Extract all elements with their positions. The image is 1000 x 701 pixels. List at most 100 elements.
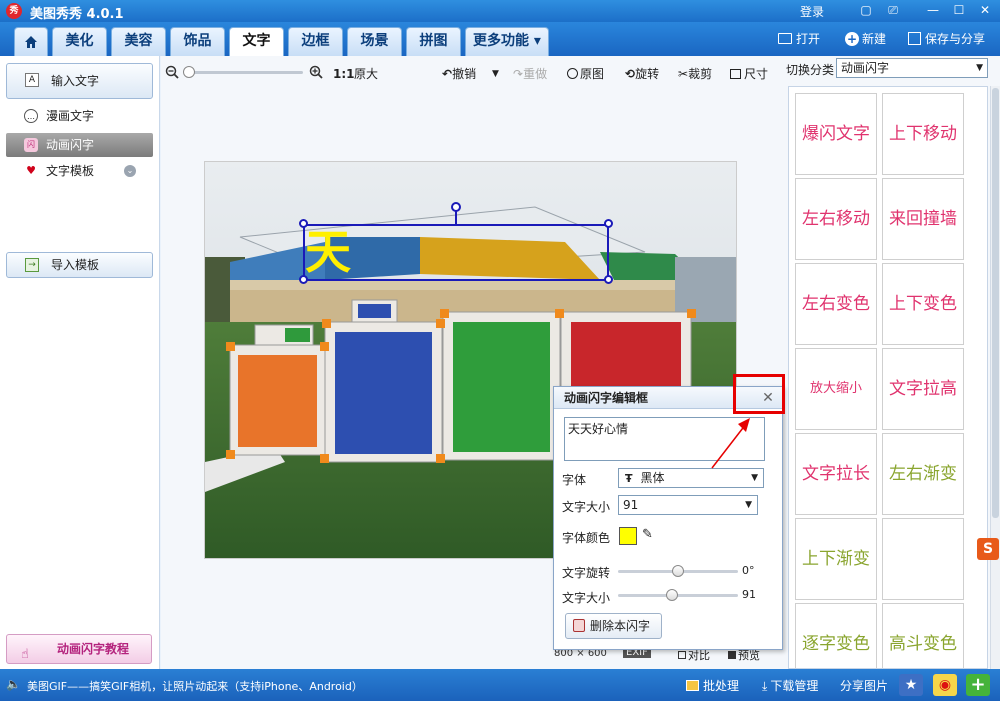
save-share-button[interactable]: 保存与分享 [908,30,985,48]
undo-dropdown-icon[interactable]: ▼ [492,65,499,83]
resize-handle-bottom-left[interactable] [299,275,308,284]
effect-tile[interactable]: 爆闪文字 [795,93,877,175]
folder-icon [778,33,792,44]
font-label: 字体 [562,473,587,487]
left-panel: A 输入文字 … 漫画文字 闪 动画闪字 ♥ 文字模板 ⌄ → 导入模板 [0,56,160,669]
actual-size-ratio[interactable]: 1:1 [333,65,355,83]
redo-button[interactable]: ↷重做 [513,65,547,83]
speech-bubble-icon: … [24,109,38,123]
effect-tile[interactable]: 文字拉高 [882,348,964,430]
font-color-swatch[interactable] [619,527,637,545]
resize-handle-top-left[interactable] [299,219,308,228]
tab-collage[interactable]: 拼图 [406,27,461,56]
circle-icon [567,68,578,79]
add-plus-icon[interactable]: + [966,674,990,696]
text-size-slider-label: 文字大小 [562,591,611,605]
flash-text-tutorial-button[interactable]: ☝ 动画闪字教程 [6,634,152,664]
rotate-button[interactable]: ⟲旋转 [625,65,659,83]
effect-tile[interactable]: 高斗变色 [882,603,964,668]
original-image-button[interactable]: 原图 [567,65,604,83]
zoom-out-icon[interactable] [165,65,179,79]
tile-scrollbar[interactable] [990,86,1000,669]
input-text-button[interactable]: A 输入文字 [6,63,153,99]
crop-button[interactable]: ✂裁剪 [678,65,712,83]
zoom-slider-track[interactable] [183,71,303,74]
sogou-s-icon[interactable]: S [977,538,999,560]
login-link[interactable]: 登录 [800,3,824,20]
original-size-button[interactable]: 原大 [354,65,378,83]
dropdown-arrow-icon: ▼ [976,63,983,73]
tab-beautify[interactable]: 美化 [52,27,107,56]
redo-icon: ↷ [513,67,524,81]
left-item-flash-text[interactable]: 闪 动画闪字 [6,133,153,157]
text-size-slider-thumb[interactable] [666,589,678,601]
skin-icon[interactable]: ⎚ [884,2,902,18]
minimize-button[interactable]: — [924,2,942,18]
right-panel: 切换分类 动画闪字 ▼ 爆闪文字 上下移动 左右移动 来回撞墙 左右变色 上下变色 放大缩小文… [780,56,1000,669]
compare-checkbox[interactable] [678,651,686,659]
zoom-in-icon[interactable] [309,65,323,79]
resize-button[interactable]: 尺寸 [730,65,768,83]
close-window-button[interactable]: ✕ [976,2,994,18]
batch-icon [686,680,699,691]
expand-chevron-icon[interactable]: ⌄ [124,165,136,177]
download-manager-button[interactable]: ⤓ 下载管理 [762,677,818,694]
tab-text[interactable]: 文字 [229,27,284,56]
app-logo: 秀 [6,3,22,19]
text-rotate-slider-thumb[interactable] [672,565,684,577]
effect-tile[interactable]: 左右渐变 [882,433,964,515]
rotate-handle-stem [455,210,457,225]
import-template-button[interactable]: → 导入模板 [6,252,153,278]
status-message[interactable]: 美图GIF——搞笑GIF相机，让照片动起来（支持iPhone、Android） [27,678,363,694]
batch-button[interactable]: 批处理 [686,677,739,694]
effect-tile[interactable]: 文字拉长 [795,433,877,515]
overlay-flash-text[interactable]: 天 [305,216,351,282]
import-icon: → [25,258,39,272]
resize-handle-top-right[interactable] [604,219,613,228]
effect-tile[interactable]: 逐字变色 [795,603,877,668]
resize-icon [730,69,741,79]
maximize-button[interactable]: ☐ [950,2,968,18]
left-item-comic-text[interactable]: … 漫画文字 [6,104,153,128]
open-button[interactable]: 打开 [778,30,820,48]
effect-tile[interactable]: 上下移动 [882,93,964,175]
font-icon: Ŧ [625,472,633,485]
effect-tile[interactable]: 上下变色 [882,263,964,345]
star-favorite-icon[interactable]: ★ [899,674,923,696]
tab-more[interactable]: 更多功能 ▾ [465,27,549,56]
resize-handle-bottom-right[interactable] [604,275,613,284]
preview-checkbox[interactable] [728,651,736,659]
text-size-value: 91 [742,588,756,601]
speaker-icon[interactable]: 🔈 [6,677,21,691]
weibo-icon[interactable]: ◉ [933,674,957,696]
share-image-button[interactable]: 分享图片 [840,677,888,694]
undo-button[interactable]: ↶撤销 [442,65,476,83]
text-size-select[interactable]: 91 ▼ [618,495,758,515]
new-button[interactable]: + 新建 [845,30,886,48]
effect-tile[interactable]: 上下渐变 [795,518,877,600]
effect-tile-grid: 爆闪文字 上下移动 左右移动 来回撞墙 左右变色 上下变色 放大缩小 文字拉高 文字拉长 左右渐变… [788,86,988,669]
effect-tile[interactable]: 放大缩小 [795,348,877,430]
eyedropper-icon[interactable]: ✎ [642,527,653,542]
tab-accessories[interactable]: 饰品 [170,27,225,56]
delete-flash-text-button[interactable]: 删除本闪字 [565,613,662,639]
home-tab[interactable] [14,27,48,56]
effect-tile[interactable]: 左右移动 [795,178,877,260]
tab-frame[interactable]: 边框 [288,27,343,56]
effect-tile[interactable]: 来回撞墙 [882,178,964,260]
annotation-highlight-box [733,374,785,414]
effect-tile[interactable]: 左右变色 [795,263,877,345]
chat-icon[interactable]: ▢ [857,2,875,18]
tab-makeup[interactable]: 美容 [111,27,166,56]
text-size-slider[interactable] [618,594,738,597]
rotate-handle[interactable] [451,202,461,212]
effect-tile[interactable] [882,518,964,600]
hand-icon: ☝ [21,647,29,662]
scrollbar-thumb[interactable] [992,88,999,518]
switch-category-label: 切换分类 [786,63,835,77]
zoom-slider-thumb[interactable] [183,66,195,78]
text-box-icon: A [25,73,39,87]
left-item-text-template[interactable]: ♥ 文字模板 ⌄ [6,159,153,183]
category-select[interactable]: 动画闪字 ▼ [836,58,988,78]
tab-scene[interactable]: 场景 [347,27,402,56]
